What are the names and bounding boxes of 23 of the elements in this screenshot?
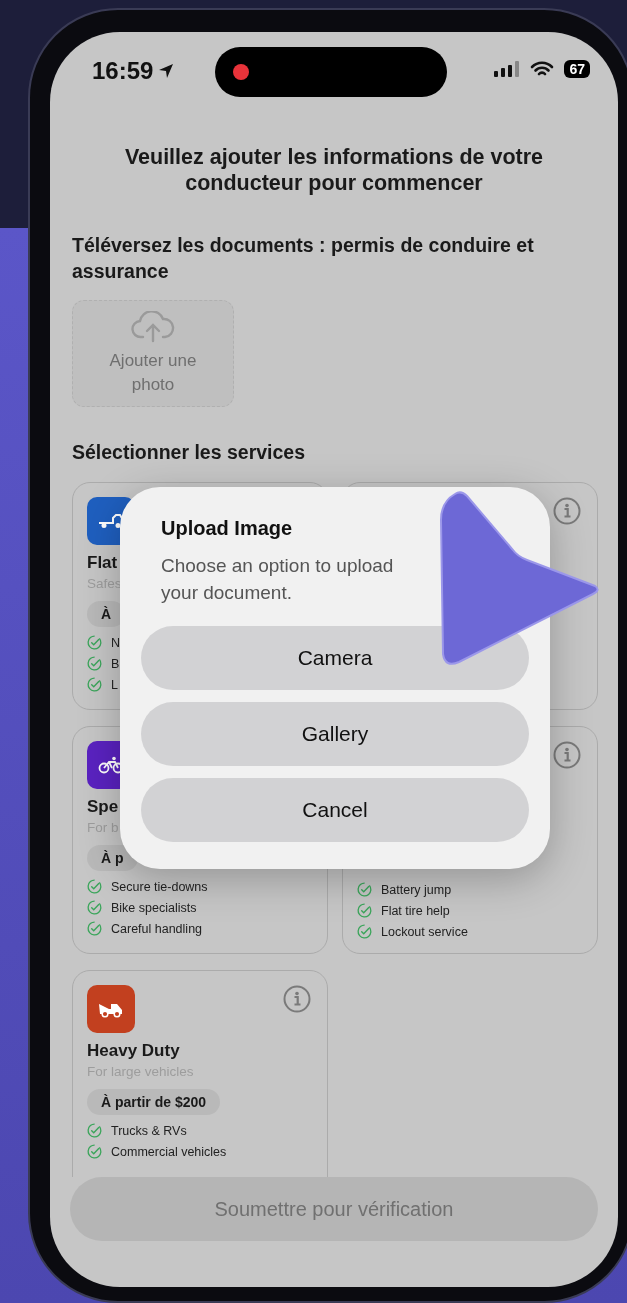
battery-level: 67 xyxy=(564,60,590,78)
service-name: Flat xyxy=(87,553,118,573)
services-heading: Sélectionner les services xyxy=(72,441,307,464)
feature-text: Lockout service xyxy=(381,924,468,939)
service-name: Heavy Duty xyxy=(87,1041,180,1061)
dialog-title: Upload Image xyxy=(161,517,294,540)
feature-text: Battery jump xyxy=(381,882,452,897)
page-title: Veuillez ajouter les informations de votre conducteur pour commencer xyxy=(123,144,545,196)
status-time: 16:59 xyxy=(92,57,154,85)
dialog-message: Choose an option to upload your document. xyxy=(161,554,395,605)
feature-text: N xyxy=(111,635,121,650)
feature-text: Bike specialists xyxy=(111,900,197,915)
feature-text: L xyxy=(111,677,118,692)
service-name: Spe xyxy=(87,797,119,817)
upload-label: Téléversez les documents : permis de conduire et assurance xyxy=(72,233,535,284)
feature-text: Commercial vehicles xyxy=(111,1144,227,1159)
price-tag: À p xyxy=(87,845,138,871)
feature-text: Flat tire help xyxy=(381,903,450,918)
feature-text: Careful handling xyxy=(111,921,203,936)
feature-text: B xyxy=(111,656,120,671)
feature-text: Trucks & RVs xyxy=(111,1123,187,1138)
feature-text: Secure tie-downs xyxy=(111,879,208,894)
price-tag: À partir de $200 xyxy=(87,1089,221,1115)
